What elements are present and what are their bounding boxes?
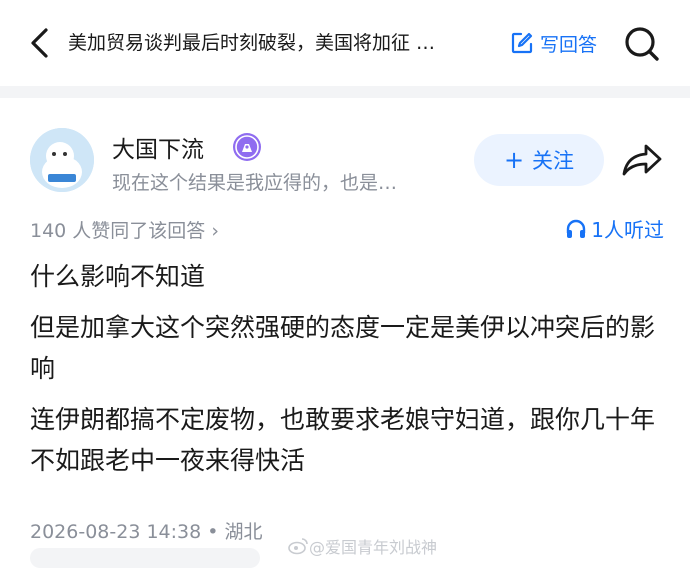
follow-button[interactable]: + 关注	[474, 134, 604, 186]
section-divider	[0, 86, 690, 98]
edit-icon	[511, 32, 533, 54]
write-answer-label: 写回答	[540, 33, 598, 56]
author-row: 大国下流 现在这个结果是我应得的，也是… + 关注	[0, 120, 690, 200]
avatar[interactable]	[30, 128, 94, 192]
answer-meta-row: 140 人赞同了该回答 › 1人听过	[0, 214, 690, 244]
top-bar: 美加贸易谈判最后时刻破裂，美国将加征 … 写回答	[0, 0, 690, 86]
vote-count[interactable]: 140 人赞同了该回答 ›	[30, 216, 219, 243]
share-icon	[622, 144, 662, 176]
share-button[interactable]	[620, 140, 664, 180]
back-button[interactable]	[22, 24, 60, 62]
weibo-watermark: @爱国青年刘战神	[287, 534, 437, 558]
answer-paragraph: 什么影响不知道	[30, 262, 206, 291]
search-icon	[625, 27, 659, 61]
search-button[interactable]	[622, 24, 662, 64]
answer-timestamp: 2026-08-23 14:38 • 湖北	[30, 521, 263, 543]
headphones-icon	[567, 219, 586, 238]
listen-text: 1人听过	[591, 218, 664, 242]
watermark-text: @爱国青年刘战神	[309, 538, 438, 557]
pen-badge-icon	[232, 132, 262, 162]
answer-paragraph: 但是加拿大这个突然强硬的态度一定是美伊以冲突后的影响	[30, 313, 656, 383]
bottom-action-bar[interactable]	[30, 548, 260, 568]
weibo-icon	[288, 538, 308, 555]
avatar-image	[30, 128, 94, 192]
question-title[interactable]: 美加贸易谈判最后时刻破裂，美国将加征 …	[68, 30, 498, 56]
plus-icon: +	[503, 146, 525, 174]
author-name[interactable]: 大国下流	[112, 130, 204, 164]
answer-body: 什么影响不知道 但是加拿大这个突然强硬的态度一定是美伊以冲突后的影响 连伊朗都搞…	[30, 256, 660, 491]
answer-paragraph: 连伊朗都搞不定废物，也敢要求老娘守妇道，跟你几十年不如跟老中一夜来得快活	[30, 405, 656, 475]
write-answer-button[interactable]: 写回答	[510, 28, 597, 58]
author-bio: 现在这个结果是我应得的，也是…	[112, 172, 398, 194]
listen-count[interactable]: 1人听过	[565, 214, 664, 243]
follow-label: 关注	[532, 149, 575, 173]
chevron-left-icon	[31, 28, 48, 58]
